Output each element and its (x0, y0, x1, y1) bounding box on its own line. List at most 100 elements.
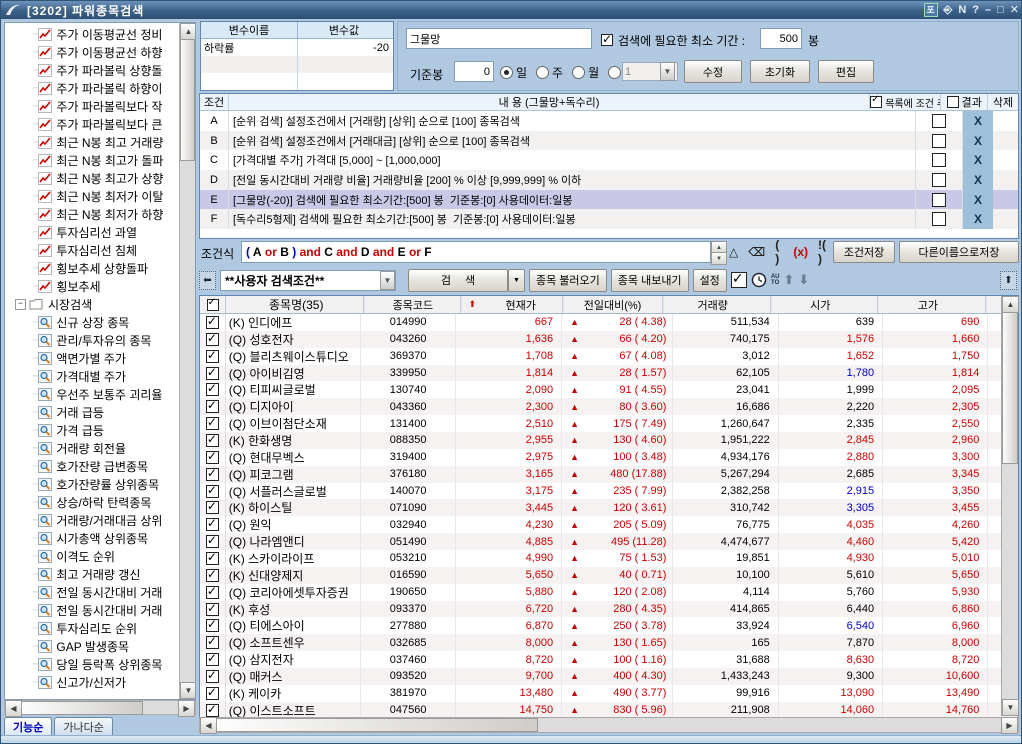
sidebar-item[interactable]: ┈거래량 회전율 (7, 439, 179, 457)
condition-result-cell[interactable] (915, 111, 962, 131)
row-checkbox[interactable]: ✓ (200, 483, 226, 500)
row-checkbox[interactable]: ✓ (200, 617, 226, 634)
save-as-button[interactable]: 다른이름으로저장 (899, 241, 1019, 263)
row-checkbox[interactable]: ✓ (200, 398, 226, 415)
paren-icon[interactable]: ( ) (775, 238, 783, 266)
table-row[interactable]: ✓(K) 한화생명0883502,955▲130 ( 4.60)1,951,22… (200, 432, 1018, 449)
cond-add-header[interactable]: ✓목록에 조건 추가 (870, 94, 941, 110)
sidebar-item[interactable]: −시장검색 (7, 295, 179, 313)
sidebar-item[interactable]: ┈관리/투자유의 종목 (7, 331, 179, 349)
col-volume[interactable]: 거래량 (663, 296, 771, 313)
condition-result-cell[interactable] (915, 170, 962, 190)
row-checkbox[interactable]: ✓ (200, 314, 226, 331)
maximize-icon[interactable]: □ (997, 2, 1004, 18)
sidebar-item[interactable]: ┈주가 파라볼릭 하향이 (7, 79, 179, 97)
table-row[interactable]: ✓(Q) 디지아이0433602,300▲80 ( 3.60)16,6862,2… (200, 398, 1018, 415)
auto-icon[interactable]: AUTO (771, 274, 780, 286)
table-row[interactable]: ✓(Q) 아이비김영3399501,814▲28 ( 1.57)62,1051,… (200, 365, 1018, 382)
sidebar-item[interactable]: ┈주가 파라볼릭보다 큰 (7, 115, 179, 133)
sidebar-item[interactable]: ┈최고 거래량 갱신 (7, 565, 179, 583)
col-change[interactable]: 전일대비(%) (563, 296, 663, 313)
table-row[interactable]: ✓(Q) 피코그램3761803,165▲480 (17.88)5,267,29… (200, 466, 1018, 483)
row-checkbox[interactable]: ✓ (200, 634, 226, 651)
period-radio-일[interactable]: 일 (500, 64, 527, 81)
modify-button[interactable]: 수정 (684, 60, 742, 83)
col-high[interactable]: 고가 (878, 296, 986, 313)
sidebar-item[interactable]: ┈거래량/거래대금 상위 (7, 511, 179, 529)
table-row[interactable]: ✓(K) 스카이라이프0532104,990▲75 ( 1.53)19,8514… (200, 550, 1018, 567)
table-row[interactable]: ✓(Q) 코리아에셋투자증권1906505,880▲120 ( 2.08)4,1… (200, 584, 1018, 601)
condition-delete-button[interactable]: X (962, 190, 993, 210)
sidebar-item[interactable]: ┈최근 N봉 최저가 하향 (7, 205, 179, 223)
new-window-icon[interactable]: N (958, 2, 966, 18)
sidebar-item[interactable]: ┈횡보추세 (7, 277, 179, 295)
sidebar-item[interactable]: ┈호가잔량률 상위종목 (7, 475, 179, 493)
select-all-checkbox[interactable]: ✓ (200, 296, 226, 313)
user-condition-combo[interactable]: **사용자 검색조건** ▼ (220, 270, 396, 291)
sidebar-item[interactable]: ┈가격 급등 (7, 421, 179, 439)
condition-row-F[interactable]: F[독수리5형제] 검색에 필요한 최소기간:[500] 봉 기준봉:[0] 사… (200, 209, 1018, 229)
auto-search-checkbox[interactable]: ✓ (731, 272, 747, 288)
scroll-thumb[interactable] (216, 718, 538, 732)
load-stocks-button[interactable]: 종목 불러오기 (529, 269, 607, 292)
minimize-icon[interactable]: – (985, 2, 991, 18)
col-open[interactable]: 시가 (771, 296, 878, 313)
tree-expander-icon[interactable]: − (15, 299, 26, 310)
row-checkbox[interactable]: ✓ (200, 449, 226, 466)
condition-row-B[interactable]: B[순위 검색] 설정조건에서 [거래대금] [상위] 순으로 [100] 종목… (200, 131, 1018, 151)
save-condition-button[interactable]: 조건저장 (833, 241, 895, 263)
table-row[interactable]: ✓(Q) 성호전자0432601,636▲66 ( 4.20)740,1751,… (200, 331, 1018, 348)
sidebar-item[interactable]: ┈투자심리선 침체 (7, 241, 179, 259)
minute-combo[interactable]: 1 ▼ (622, 62, 678, 81)
cond-result-header[interactable]: 결과 (941, 94, 988, 110)
paren-x-icon[interactable]: (x) (793, 245, 808, 259)
row-checkbox[interactable]: ✓ (200, 668, 226, 685)
sidebar-item[interactable]: ┈우선주 보통주 괴리율 (7, 385, 179, 403)
sidebar-item[interactable]: ┈거래 급등 (7, 403, 179, 421)
condition-row-E[interactable]: E[그물망(-20)] 검색에 필요한 최소기간:[500] 봉 기준봉:[0]… (200, 190, 1018, 210)
help-icon[interactable]: ? (972, 2, 979, 18)
scroll-thumb[interactable] (21, 701, 143, 715)
sidebar-item[interactable]: ┈가격대별 주가 (7, 367, 179, 385)
min-period-checkbox[interactable]: ✓ (601, 34, 613, 46)
undock-icon[interactable]: ⎆ (944, 2, 953, 18)
export-stocks-button[interactable]: 종목 내보내기 (611, 269, 689, 292)
row-checkbox[interactable]: ✓ (200, 567, 226, 584)
table-row[interactable]: ✓(K) 하이스틸0710903,445▲120 ( 3.61)310,7423… (200, 499, 1018, 516)
condition-result-cell[interactable] (915, 209, 962, 229)
table-row[interactable]: ✓(Q) 티피씨글로벌1307402,090▲91 ( 4.55)23,0411… (200, 381, 1018, 398)
row-checkbox[interactable]: ✓ (200, 601, 226, 618)
reset-button[interactable]: 초기화 (750, 60, 810, 83)
sidebar-item[interactable]: ┈주가 이동평균선 하향 (7, 43, 179, 61)
period-radio-주[interactable]: 주 (536, 64, 563, 81)
condition-delete-button[interactable]: X (962, 170, 993, 190)
sidebar-item[interactable]: ┈주가 이동평균선 정비 (7, 25, 179, 43)
sidebar-item[interactable]: ┈호가잔량 급변종목 (7, 457, 179, 475)
table-row[interactable]: ✓(Q) 원익0329404,230▲205 ( 5.09)76,7754,03… (200, 516, 1018, 533)
period-radio-월[interactable]: 월 (572, 64, 599, 81)
scroll-right-button[interactable]: ▶ (178, 700, 195, 717)
eraser-icon[interactable]: ⌫ (748, 245, 765, 259)
table-row[interactable]: ✓(Q) 나라엠앤디0514904,885▲495 (11.28)4,474,6… (200, 533, 1018, 550)
paren-not-icon[interactable]: !( ) (818, 238, 829, 266)
row-checkbox[interactable]: ✓ (200, 466, 226, 483)
move-up-icon[interactable]: ⬆ (783, 272, 794, 288)
tree-horizontal-scrollbar[interactable]: ◀ ▶ (4, 700, 196, 715)
table-row[interactable]: ✓(Q) 삼지전자0374608,720▲100 ( 1.16)31,6888,… (200, 651, 1018, 668)
sidebar-item[interactable]: ┈주가 파라볼릭 상향돌 (7, 61, 179, 79)
sidebar-item[interactable]: ┈신고가/신저가 (7, 673, 179, 691)
row-checkbox[interactable]: ✓ (200, 331, 226, 348)
sidebar-item[interactable]: ┈최근 N봉 최고가 상향 (7, 169, 179, 187)
table-row[interactable]: ✓(K) 인디에프014990667▲28 ( 4.38)511,5346396… (200, 314, 1018, 331)
results-horizontal-scrollbar[interactable]: ◀ ▶ (199, 717, 1019, 733)
table-row[interactable]: ✓(K) 케이카38197013,480▲490 ( 3.77)99,91613… (200, 685, 1018, 702)
sidebar-item[interactable]: ┈주가 파라볼릭보다 작 (7, 97, 179, 115)
col-name[interactable]: 종목명(35) (226, 296, 364, 313)
row-checkbox[interactable]: ✓ (200, 365, 226, 382)
sidebar-item[interactable]: ┈전일 동시간대비 거래 (7, 583, 179, 601)
sidebar-item[interactable]: ┈투자심리도 순위 (7, 619, 179, 637)
sidebar-item[interactable]: ┈전일 동시간대비 거래 (7, 601, 179, 619)
row-checkbox[interactable]: ✓ (200, 651, 226, 668)
sidebar-item[interactable]: ┈GAP 발생종목 (7, 637, 179, 655)
dock-right-icon[interactable]: ⬆ (1000, 271, 1017, 290)
